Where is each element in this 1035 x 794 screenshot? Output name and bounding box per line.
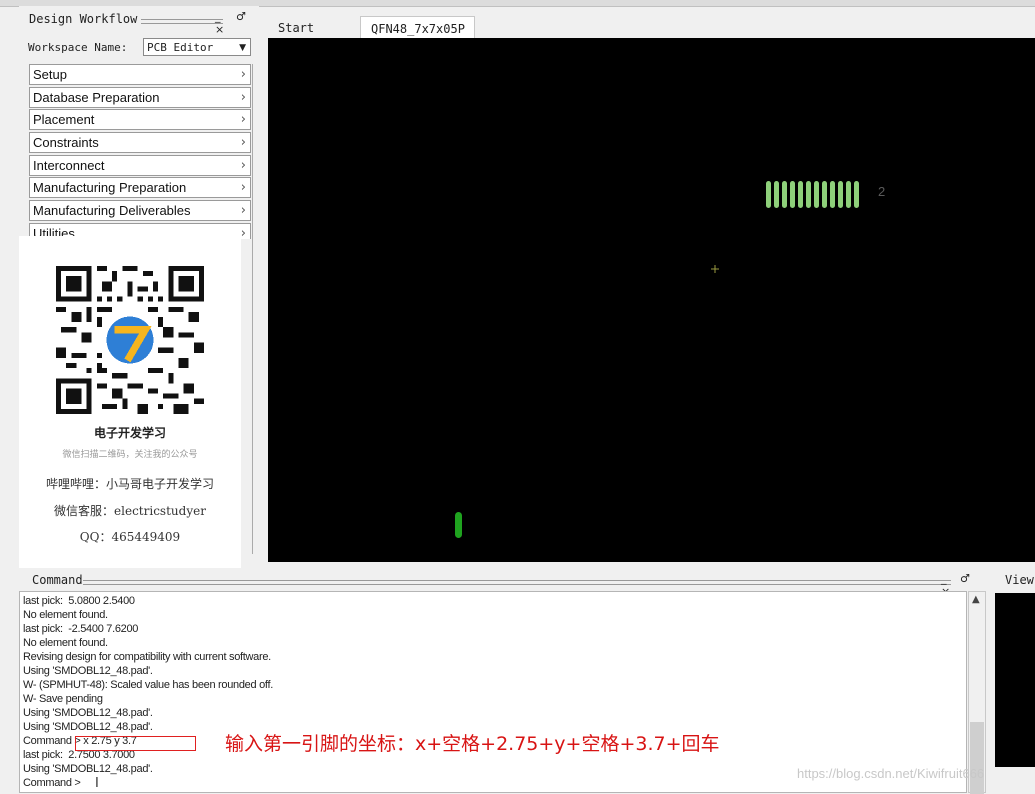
workflow-item-label: Database Preparation (33, 89, 160, 105)
command-panel-title: Command (32, 573, 83, 587)
workflow-item-database-preparation[interactable]: Database Preparation › (29, 86, 251, 108)
command-line: Using 'SMDOBL12_48.pad'. (23, 763, 153, 775)
chevron-right-icon: › (240, 89, 246, 105)
input-highlight-box (75, 736, 196, 751)
qr-bilibili-text: 哔哩哔哩：小马哥电子开发学习 (45, 477, 214, 491)
workflow-item-label: Setup (33, 67, 67, 82)
workflow-item-label: Placement (33, 112, 95, 128)
workflow-item-manufacturing-deliverables[interactable]: Manufacturing Deliverables › (29, 200, 251, 222)
chevron-right-icon: › (240, 203, 246, 219)
command-line: Revising design for compatibility with c… (23, 651, 271, 663)
workflow-item-manufacturing-preparation[interactable]: Manufacturing Preparation › (29, 177, 251, 199)
command-line: Using 'SMDOBL12_48.pad'. (23, 721, 153, 733)
workflow-item-label: Manufacturing Preparation (33, 180, 187, 196)
dropdown-arrow-icon[interactable]: ▼ (239, 39, 246, 57)
command-line: No element found. (23, 609, 108, 621)
command-panel-header: Command _ ♂ × (19, 570, 989, 598)
command-line: W- Save pending (23, 693, 103, 705)
qr-subtitle: 微信扫描二维码，关注我的公众号 (62, 450, 198, 460)
view-panel-body[interactable] (995, 593, 1035, 767)
title-grip[interactable] (141, 19, 223, 24)
workflow-item-setup[interactable]: Setup › (29, 64, 251, 85)
qr-title: 电子开发学习 (93, 426, 166, 440)
chevron-right-icon: › (240, 225, 246, 239)
text-cursor-icon: I (95, 776, 99, 791)
watermark: https://blog.csdn.net/Kiwifruit666 (797, 766, 985, 781)
scroll-up-icon[interactable]: ▲ (972, 594, 980, 605)
command-scrollbar[interactable]: ▲ (968, 591, 986, 794)
pad-row[interactable] (766, 181, 859, 208)
view-scrollbar[interactable] (995, 770, 1035, 793)
command-line: last pick: 5.0800 2.5400 (23, 595, 135, 607)
command-output[interactable]: last pick: 5.0800 2.5400 No element foun… (19, 591, 967, 793)
tab-start-page[interactable]: Start Page (268, 16, 358, 59)
qr-promo-overlay: 电子开发学习 微信扫描二维码，关注我的公众号 哔哩哔哩：小马哥电子开发学习 微信… (19, 236, 241, 568)
scrollbar-thumb[interactable] (970, 722, 984, 794)
workspace-select[interactable]: PCB Editor ▼ (143, 38, 251, 56)
tab-qfn48[interactable]: QFN48_7x7x05P (360, 16, 475, 38)
qr-wechat-text: 微信客服：electricstudyer (54, 504, 206, 518)
chevron-right-icon: › (240, 157, 246, 173)
origin-marker (711, 265, 719, 273)
command-line: Using 'SMDOBL12_48.pad'. (23, 707, 153, 719)
view-panel-header: View (993, 570, 1035, 592)
design-workflow-panel: Design Workflow _ ♂ × Workspace Name: PC… (19, 6, 259, 568)
workflow-item-label: Interconnect (33, 157, 105, 173)
pad-row-label: 2 (878, 184, 885, 199)
workspace-select-value: PCB Editor (147, 41, 214, 54)
panel-title: Design Workflow (29, 12, 138, 26)
workflow-item-label: Manufacturing Deliverables (33, 203, 191, 219)
workflow-item-label: Constraints (33, 135, 99, 151)
workflow-menu: Setup › Database Preparation › Placement › … (29, 64, 251, 239)
chevron-right-icon: › (240, 135, 246, 151)
command-line: W- (SPMHUT-48): Scaled value has been ro… (23, 679, 273, 691)
chevron-right-icon: › (240, 67, 246, 82)
panel-scrollbar[interactable] (252, 64, 259, 554)
canvas-drawing: 2 (455, 181, 885, 538)
chevron-right-icon: › (240, 112, 246, 128)
qr-qq-text: QQ：465449409 (79, 530, 181, 544)
workflow-item-constraints[interactable]: Constraints › (29, 132, 251, 154)
view-panel-title: View (1005, 573, 1034, 587)
chevron-right-icon: › (240, 180, 246, 196)
title-grip[interactable] (83, 580, 951, 585)
instruction-annotation: 输入第一引脚的坐标：x+空格+2.75+y+空格+3.7+回车 (225, 733, 720, 755)
command-line: Using 'SMDOBL12_48.pad'. (23, 665, 153, 677)
workflow-item-interconnect[interactable]: Interconnect › (29, 154, 251, 176)
workflow-item-placement[interactable]: Placement › (29, 109, 251, 131)
panel-window-controls[interactable]: _ ♂ × (215, 10, 259, 36)
design-canvas[interactable]: 2 (268, 38, 1035, 562)
command-prompt[interactable]: Command > (23, 777, 81, 789)
qr-code-image (56, 266, 204, 414)
workspace-name-label: Workspace Name: (28, 41, 128, 54)
first-pin-pad[interactable] (455, 512, 462, 538)
command-line: last pick: -2.5400 7.6200 (23, 623, 139, 635)
command-line: No element found. (23, 637, 108, 649)
